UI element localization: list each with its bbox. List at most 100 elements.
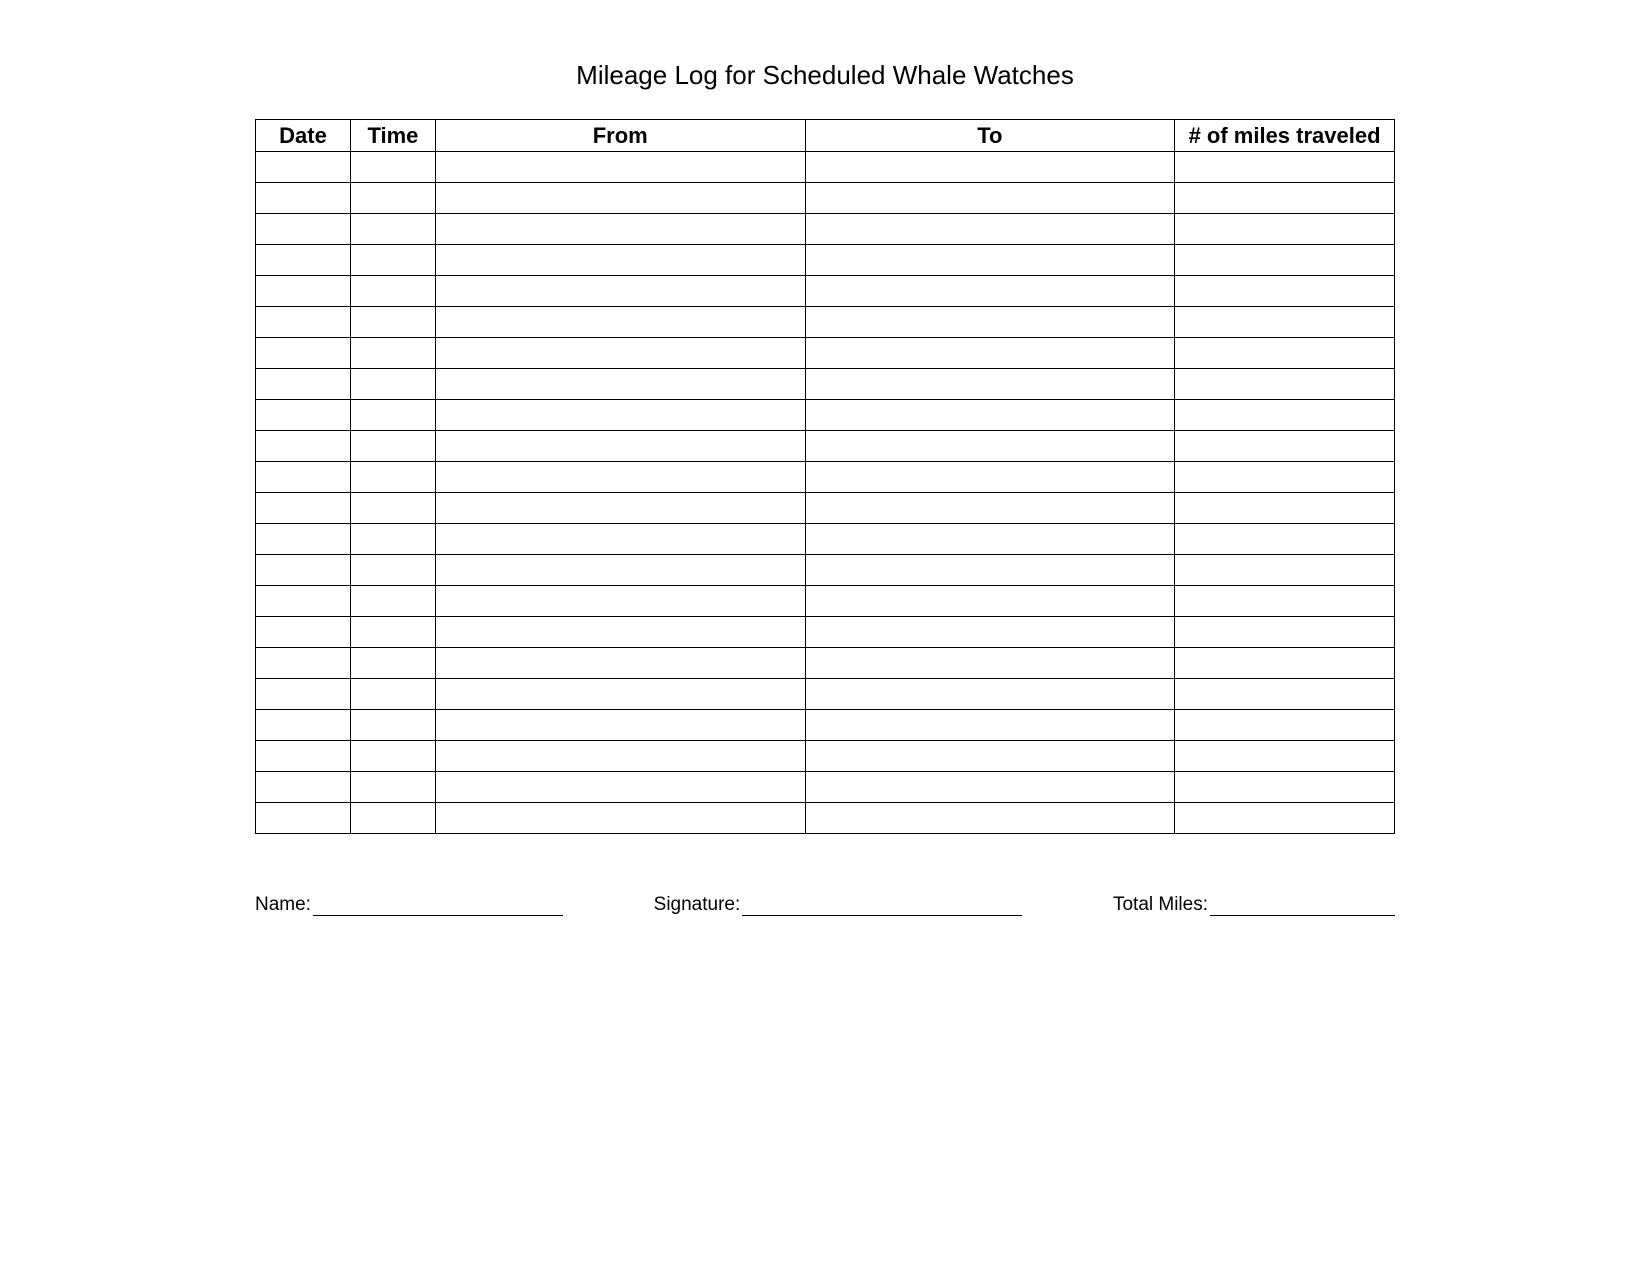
cell-time[interactable] [350, 431, 435, 462]
cell-date[interactable] [256, 276, 351, 307]
cell-from[interactable] [435, 679, 805, 710]
cell-time[interactable] [350, 710, 435, 741]
cell-from[interactable] [435, 586, 805, 617]
cell-to[interactable] [805, 586, 1175, 617]
cell-time[interactable] [350, 369, 435, 400]
cell-miles[interactable] [1175, 493, 1395, 524]
cell-to[interactable] [805, 648, 1175, 679]
cell-time[interactable] [350, 803, 435, 834]
cell-miles[interactable] [1175, 431, 1395, 462]
cell-date[interactable] [256, 803, 351, 834]
cell-from[interactable] [435, 183, 805, 214]
cell-time[interactable] [350, 245, 435, 276]
cell-from[interactable] [435, 369, 805, 400]
cell-miles[interactable] [1175, 307, 1395, 338]
cell-to[interactable] [805, 183, 1175, 214]
cell-from[interactable] [435, 276, 805, 307]
cell-from[interactable] [435, 803, 805, 834]
cell-miles[interactable] [1175, 276, 1395, 307]
cell-date[interactable] [256, 741, 351, 772]
cell-to[interactable] [805, 338, 1175, 369]
cell-date[interactable] [256, 214, 351, 245]
cell-date[interactable] [256, 493, 351, 524]
cell-to[interactable] [805, 741, 1175, 772]
cell-to[interactable] [805, 431, 1175, 462]
cell-time[interactable] [350, 524, 435, 555]
cell-date[interactable] [256, 307, 351, 338]
cell-miles[interactable] [1175, 741, 1395, 772]
cell-from[interactable] [435, 772, 805, 803]
cell-date[interactable] [256, 152, 351, 183]
cell-time[interactable] [350, 586, 435, 617]
cell-from[interactable] [435, 338, 805, 369]
cell-to[interactable] [805, 152, 1175, 183]
name-line[interactable] [313, 898, 563, 916]
cell-date[interactable] [256, 400, 351, 431]
cell-time[interactable] [350, 338, 435, 369]
cell-miles[interactable] [1175, 648, 1395, 679]
cell-miles[interactable] [1175, 152, 1395, 183]
cell-date[interactable] [256, 679, 351, 710]
cell-miles[interactable] [1175, 462, 1395, 493]
cell-from[interactable] [435, 214, 805, 245]
cell-miles[interactable] [1175, 214, 1395, 245]
cell-from[interactable] [435, 524, 805, 555]
cell-miles[interactable] [1175, 245, 1395, 276]
cell-time[interactable] [350, 214, 435, 245]
cell-miles[interactable] [1175, 803, 1395, 834]
cell-from[interactable] [435, 245, 805, 276]
cell-time[interactable] [350, 462, 435, 493]
cell-from[interactable] [435, 307, 805, 338]
cell-from[interactable] [435, 741, 805, 772]
cell-from[interactable] [435, 555, 805, 586]
cell-miles[interactable] [1175, 524, 1395, 555]
cell-to[interactable] [805, 679, 1175, 710]
cell-to[interactable] [805, 245, 1175, 276]
cell-to[interactable] [805, 462, 1175, 493]
cell-miles[interactable] [1175, 617, 1395, 648]
cell-time[interactable] [350, 555, 435, 586]
cell-to[interactable] [805, 369, 1175, 400]
cell-date[interactable] [256, 245, 351, 276]
total-miles-line[interactable] [1210, 898, 1395, 916]
cell-miles[interactable] [1175, 338, 1395, 369]
cell-time[interactable] [350, 493, 435, 524]
signature-line[interactable] [742, 898, 1022, 916]
cell-to[interactable] [805, 555, 1175, 586]
cell-from[interactable] [435, 648, 805, 679]
cell-date[interactable] [256, 431, 351, 462]
cell-date[interactable] [256, 617, 351, 648]
cell-time[interactable] [350, 276, 435, 307]
cell-date[interactable] [256, 369, 351, 400]
cell-to[interactable] [805, 524, 1175, 555]
cell-to[interactable] [805, 803, 1175, 834]
cell-to[interactable] [805, 772, 1175, 803]
cell-time[interactable] [350, 152, 435, 183]
cell-from[interactable] [435, 152, 805, 183]
cell-miles[interactable] [1175, 400, 1395, 431]
cell-from[interactable] [435, 493, 805, 524]
cell-date[interactable] [256, 183, 351, 214]
cell-date[interactable] [256, 462, 351, 493]
cell-miles[interactable] [1175, 369, 1395, 400]
cell-time[interactable] [350, 741, 435, 772]
cell-time[interactable] [350, 400, 435, 431]
cell-miles[interactable] [1175, 710, 1395, 741]
cell-to[interactable] [805, 400, 1175, 431]
cell-date[interactable] [256, 648, 351, 679]
cell-to[interactable] [805, 617, 1175, 648]
cell-to[interactable] [805, 493, 1175, 524]
cell-miles[interactable] [1175, 772, 1395, 803]
cell-to[interactable] [805, 214, 1175, 245]
cell-date[interactable] [256, 586, 351, 617]
cell-miles[interactable] [1175, 183, 1395, 214]
cell-from[interactable] [435, 462, 805, 493]
cell-time[interactable] [350, 307, 435, 338]
cell-to[interactable] [805, 307, 1175, 338]
cell-date[interactable] [256, 338, 351, 369]
cell-time[interactable] [350, 648, 435, 679]
cell-date[interactable] [256, 710, 351, 741]
cell-time[interactable] [350, 679, 435, 710]
cell-from[interactable] [435, 710, 805, 741]
cell-miles[interactable] [1175, 555, 1395, 586]
